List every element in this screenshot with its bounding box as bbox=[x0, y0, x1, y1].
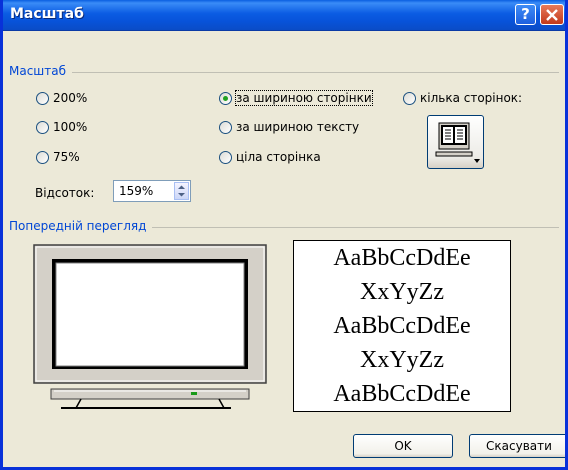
radio-200-circle[interactable] bbox=[36, 91, 49, 105]
radio-many-pages-circle[interactable] bbox=[403, 91, 416, 105]
cancel-button-label: Скасувати bbox=[486, 439, 552, 453]
percent-spin-buttons[interactable] bbox=[174, 182, 189, 200]
radio-200-label: 200% bbox=[53, 91, 88, 105]
radio-75[interactable]: 75% bbox=[36, 150, 80, 164]
radio-whole-page-circle[interactable] bbox=[219, 150, 232, 164]
zoom-dialog: Масштаб ? Масштаб 200% 100% 75% за ширин… bbox=[0, 0, 568, 470]
sample-line: AaBbCcDdEe bbox=[333, 245, 471, 271]
radio-text-width-circle[interactable] bbox=[219, 120, 232, 134]
radio-whole-page[interactable]: ціла сторінка bbox=[219, 150, 321, 164]
radio-many-pages-label: кілька сторінок: bbox=[420, 91, 523, 105]
percent-value[interactable]: 159% bbox=[119, 184, 153, 198]
zoom-group: Масштаб bbox=[9, 64, 559, 78]
title-bar[interactable]: Масштаб ? bbox=[3, 0, 565, 31]
preview-sample-text: AaBbCcDdEe XxYyZz AaBbCcDdEe XxYyZz AaBb… bbox=[293, 240, 511, 412]
close-button[interactable] bbox=[540, 4, 564, 25]
radio-page-width-label: за шириною сторінки bbox=[235, 90, 373, 106]
sample-line: XxYyZz bbox=[360, 347, 444, 373]
sample-line: XxYyZz bbox=[360, 279, 444, 305]
radio-text-width[interactable]: за шириною тексту bbox=[219, 120, 359, 134]
radio-75-label: 75% bbox=[53, 150, 80, 164]
radio-100-label: 100% bbox=[53, 120, 88, 134]
close-icon bbox=[546, 9, 558, 21]
monitor-preview bbox=[33, 244, 267, 409]
radio-text-width-label: за шириною тексту bbox=[236, 120, 360, 134]
ok-button-label: OK bbox=[394, 439, 412, 453]
radio-100[interactable]: 100% bbox=[36, 120, 87, 134]
preview-group: Попередній перегляд bbox=[9, 219, 559, 233]
radio-many-pages[interactable]: кілька сторінок: bbox=[403, 91, 522, 105]
sample-line: AaBbCcDdEe bbox=[333, 381, 471, 407]
help-button[interactable]: ? bbox=[515, 4, 536, 25]
preview-group-label: Попередній перегляд bbox=[9, 219, 153, 233]
zoom-group-label: Масштаб bbox=[9, 64, 73, 78]
cancel-button[interactable]: Скасувати bbox=[469, 434, 565, 458]
radio-100-circle[interactable] bbox=[36, 120, 49, 134]
monitor-pages-icon bbox=[435, 122, 480, 163]
help-icon: ? bbox=[521, 5, 530, 23]
dialog-title: Масштаб bbox=[10, 6, 84, 22]
radio-200[interactable]: 200% bbox=[36, 91, 87, 105]
spin-arrows-icon bbox=[178, 185, 185, 197]
many-pages-button[interactable] bbox=[427, 115, 484, 169]
percent-spinbox[interactable]: 159% bbox=[113, 180, 191, 202]
sample-line: AaBbCcDdEe bbox=[333, 313, 471, 339]
radio-page-width[interactable]: за шириною сторінки bbox=[219, 90, 373, 106]
percent-label: Відсоток: bbox=[35, 186, 95, 200]
radio-75-circle[interactable] bbox=[36, 150, 49, 164]
ok-button[interactable]: OK bbox=[353, 434, 453, 458]
radio-page-width-circle[interactable] bbox=[219, 91, 232, 105]
radio-whole-page-label: ціла сторінка bbox=[236, 150, 321, 164]
